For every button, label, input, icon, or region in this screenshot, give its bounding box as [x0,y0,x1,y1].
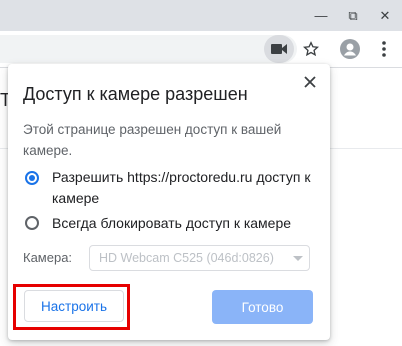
camera-permission-dialog: Доступ к камере разрешен Этой странице р… [8,64,330,340]
dialog-close-button[interactable] [298,70,322,94]
done-button[interactable]: Готово [212,290,313,324]
dialog-description: Этой странице разрешен доступ к вашей ка… [23,122,282,158]
maximize-icon: ⧉ [348,7,358,23]
address-bar[interactable] [0,35,297,63]
camera-icon [271,44,287,54]
account-icon [340,39,360,59]
camera-select-label: Камера: [23,250,73,265]
allow-radio[interactable] [25,171,39,185]
block-option-label[interactable]: Всегда блокировать доступ к камере [52,213,322,234]
window-titlebar: — ⧉ ✕ [0,0,402,31]
chevron-down-icon [293,256,303,261]
minimize-icon: — [314,8,328,23]
configure-button[interactable]: Настроить [24,290,124,322]
close-window-button[interactable]: ✕ [370,0,400,31]
camera-select[interactable]: HD Webcam C525 (046d:0826) [89,245,310,271]
star-icon [303,41,319,57]
maximize-button[interactable]: ⧉ [338,0,368,31]
camera-select-value: HD Webcam C525 (046d:0826) [99,251,274,265]
bookmark-star-button[interactable] [297,35,325,63]
minimize-button[interactable]: — [306,0,336,31]
more-vert-icon [382,41,386,57]
allow-option-label[interactable]: Разрешить https://proctoredu.ru доступ к… [52,167,312,209]
browser-menu-button[interactable] [370,35,398,63]
close-window-icon: ✕ [379,7,391,23]
dialog-title: Доступ к камере разрешен [23,84,248,104]
profile-button[interactable] [336,35,364,63]
camera-indicator-button[interactable] [264,35,294,63]
block-radio[interactable] [25,216,39,230]
close-icon [304,76,316,88]
